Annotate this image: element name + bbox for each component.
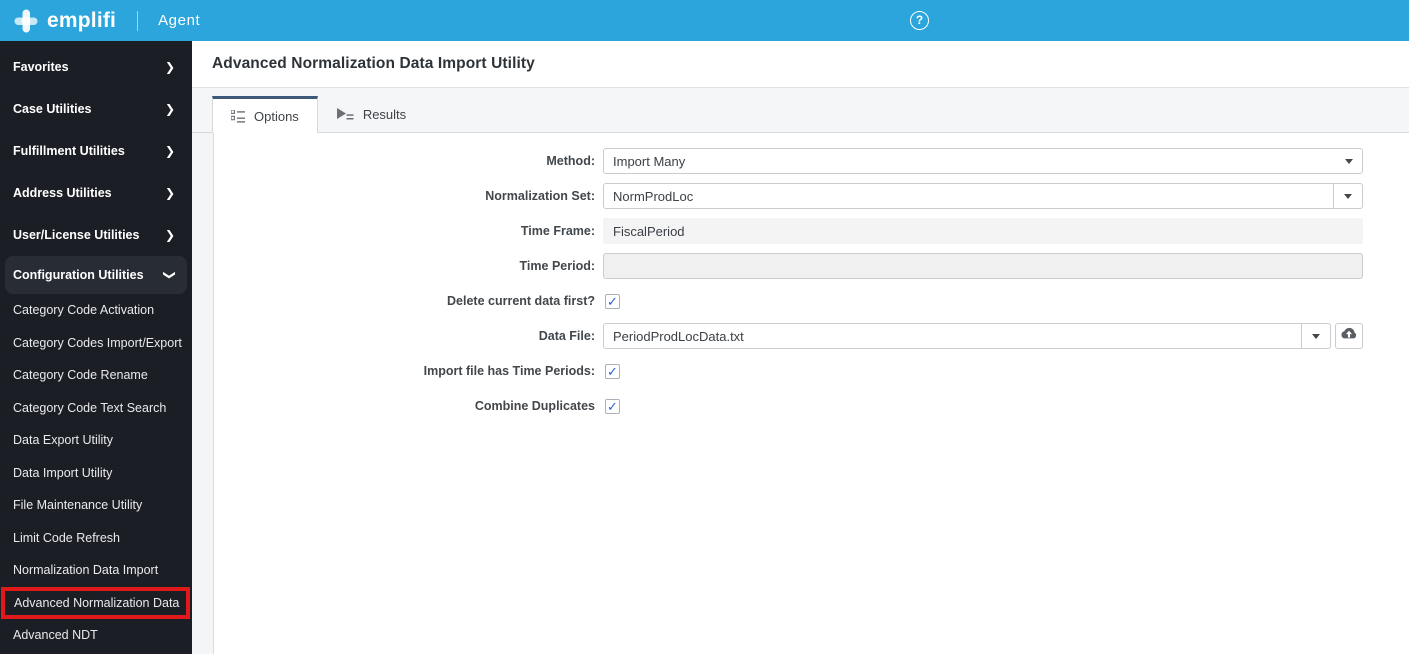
time-period-field — [603, 253, 1363, 279]
sidebar-item-advanced-ndt[interactable]: Advanced NDT — [0, 619, 192, 652]
method-select[interactable]: Import Many — [603, 148, 1363, 174]
dropdown-arrow-icon — [1344, 193, 1352, 199]
normalization-set-dropdown-button[interactable] — [1333, 184, 1362, 208]
normalization-set-combobox[interactable]: NormProdLoc — [603, 183, 1363, 209]
chevron-right-icon: ❯ — [164, 60, 175, 74]
chevron-right-icon: ❯ — [164, 102, 175, 116]
sidebar-item-data-export-utility[interactable]: Data Export Utility — [0, 424, 192, 457]
chevron-down-icon: ❯ — [162, 269, 177, 281]
sidebar-item-category-code-activation[interactable]: Category Code Activation — [0, 294, 192, 327]
panel-gutter — [192, 133, 213, 654]
brand-logo: emplifi Agent — [14, 9, 200, 33]
brand-divider — [137, 10, 139, 31]
sidebar-item-category-code-rename[interactable]: Category Code Rename — [0, 359, 192, 392]
combine-duplicates-checkbox[interactable] — [605, 398, 620, 414]
sidebar-group-case-utilities[interactable]: Case Utilities ❯ — [0, 88, 192, 130]
dropdown-arrow-icon — [1345, 158, 1353, 164]
cloud-upload-icon — [1340, 327, 1358, 345]
product-name: Agent — [158, 12, 201, 29]
title-bar: Advanced Normalization Data Import Utili… — [192, 41, 1409, 88]
time-period-label: Time Period: — [519, 259, 595, 273]
sidebar-group-fulfillment-utilities[interactable]: Fulfillment Utilities ❯ — [0, 130, 192, 172]
options-list-icon — [231, 109, 245, 123]
import-time-periods-label: Import file has Time Periods: — [423, 364, 595, 378]
sidebar-group-address-utilities[interactable]: Address Utilities ❯ — [0, 172, 192, 214]
top-bar: emplifi Agent — [0, 0, 1409, 41]
normalization-set-label: Normalization Set: — [485, 189, 595, 203]
sidebar-item-limit-code-refresh[interactable]: Limit Code Refresh — [0, 522, 192, 555]
time-frame-label: Time Frame: — [520, 224, 595, 238]
sidebar-item-file-maintenance-utility[interactable]: File Maintenance Utility — [0, 489, 192, 522]
chevron-right-icon: ❯ — [164, 144, 175, 158]
tab-bar: Options Results — [192, 88, 1409, 133]
sidebar-group-favorites[interactable]: Favorites ❯ — [0, 46, 192, 88]
sidebar-item-normalization-data-import[interactable]: Normalization Data Import — [0, 554, 192, 587]
results-run-icon — [336, 108, 354, 121]
chevron-right-icon: ❯ — [164, 186, 175, 200]
dropdown-arrow-icon — [1312, 333, 1320, 339]
emplifi-flower-icon — [14, 9, 38, 33]
import-time-periods-checkbox[interactable] — [605, 363, 620, 379]
delete-current-data-label: Delete current data first? — [447, 294, 595, 308]
sidebar-group-configuration-utilities[interactable]: Configuration Utilities ❯ — [5, 256, 187, 294]
options-panel: Method: Import Many Normalization Set: N… — [213, 133, 1409, 654]
tab-results[interactable]: Results — [318, 96, 424, 133]
sidebar-item-category-code-text-search[interactable]: Category Code Text Search — [0, 392, 192, 425]
upload-file-button[interactable] — [1335, 323, 1363, 349]
sidebar-item-data-import-utility[interactable]: Data Import Utility — [0, 457, 192, 490]
data-file-combobox[interactable]: PeriodProdLocData.txt — [603, 323, 1331, 349]
page-title: Advanced Normalization Data Import Utili… — [212, 55, 535, 72]
data-file-label: Data File: — [538, 329, 595, 343]
combine-duplicates-label: Combine Duplicates — [474, 399, 595, 413]
time-frame-field: FiscalPeriod — [603, 218, 1363, 244]
help-icon[interactable] — [910, 11, 929, 30]
data-file-dropdown-button[interactable] — [1301, 324, 1330, 348]
sidebar-item-category-codes-import-export[interactable]: Category Codes Import/Export — [0, 327, 192, 360]
delete-current-data-checkbox[interactable] — [605, 293, 620, 309]
sidebar-item-advanced-normalization-data[interactable]: Advanced Normalization Data — [1, 586, 190, 619]
tab-options[interactable]: Options — [212, 96, 318, 133]
sidebar-group-user-license-utilities[interactable]: User/License Utilities ❯ — [0, 214, 192, 256]
sidebar: Favorites ❯ Case Utilities ❯ Fulfillment… — [0, 41, 192, 654]
chevron-right-icon: ❯ — [164, 228, 175, 242]
method-label: Method: — [546, 154, 595, 168]
brand-name: emplifi — [47, 8, 117, 32]
